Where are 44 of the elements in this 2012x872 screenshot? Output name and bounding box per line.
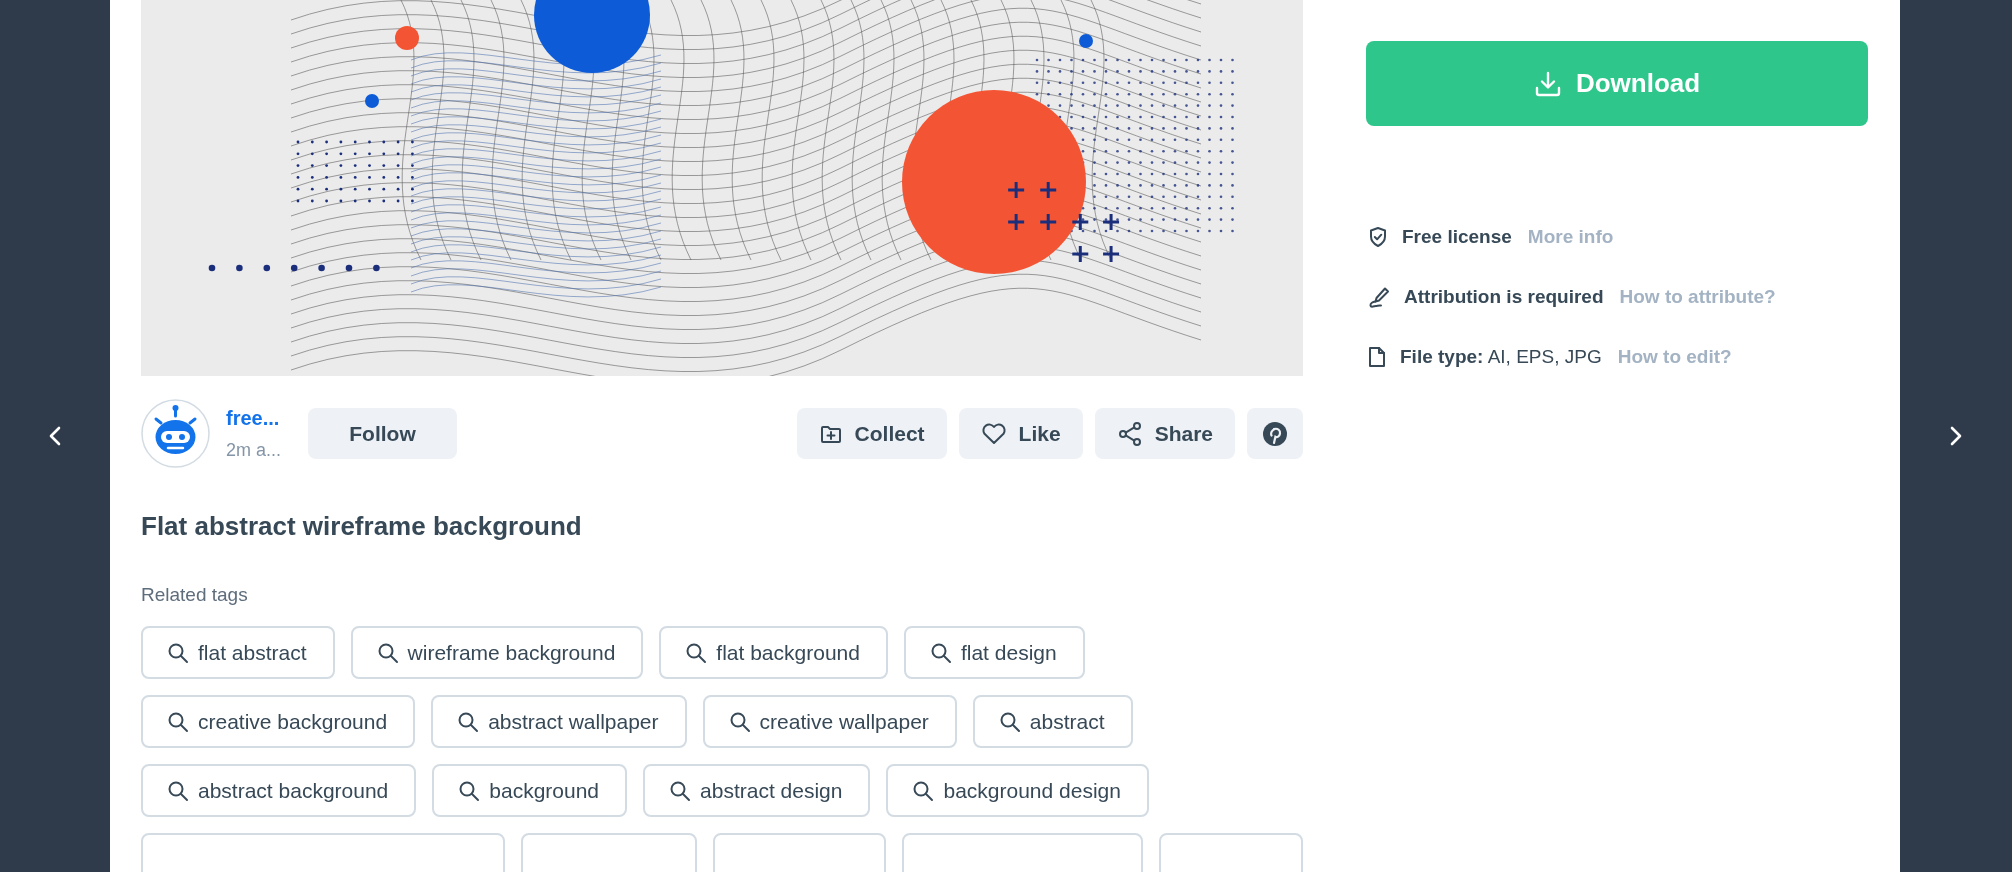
related-tags-heading: Related tags xyxy=(141,584,249,606)
search-icon xyxy=(912,779,935,802)
tag-button[interactable]: abstract background xyxy=(141,764,417,817)
share-icon xyxy=(1116,420,1143,447)
tag-button[interactable]: flat design xyxy=(903,626,1085,679)
file-icon xyxy=(1368,346,1386,368)
pinterest-button[interactable] xyxy=(1247,408,1303,459)
image-title: Flat abstract wireframe background xyxy=(141,511,583,542)
robot-avatar-icon xyxy=(141,399,210,468)
tag-button[interactable]: abstract xyxy=(972,695,1133,748)
search-icon xyxy=(669,779,692,802)
info-text: Attribution is required xyxy=(1404,286,1604,308)
tag-button[interactable]: creative background xyxy=(141,695,416,748)
search-icon xyxy=(376,641,399,664)
shield-check-icon xyxy=(1368,226,1388,248)
tag-button[interactable]: wireframe background xyxy=(350,626,644,679)
tag-button[interactable]: creative wallpaper xyxy=(702,695,957,748)
author-name-link[interactable]: free... xyxy=(226,406,286,430)
info-text: Free license xyxy=(1402,226,1512,248)
collect-button[interactable]: Collect xyxy=(796,408,947,459)
search-icon xyxy=(458,779,481,802)
tag-button[interactable]: background xyxy=(432,764,628,817)
pen-icon xyxy=(1368,286,1390,308)
search-icon xyxy=(728,710,751,733)
search-icon xyxy=(167,710,189,733)
search-icon xyxy=(998,710,1021,733)
like-button[interactable]: Like xyxy=(958,408,1083,459)
tag-button[interactable]: abstract wallpaper xyxy=(431,695,687,748)
info-text: File type: AI, EPS, JPG xyxy=(1400,346,1602,368)
tag-button[interactable]: background design xyxy=(886,764,1149,817)
search-icon xyxy=(167,779,189,802)
tag-button[interactable]: flat abstract xyxy=(141,626,335,679)
search-icon xyxy=(167,641,189,664)
tag-button[interactable]: abstract design xyxy=(643,764,871,817)
search-icon xyxy=(457,710,480,733)
heart-icon xyxy=(980,421,1007,446)
search-icon xyxy=(685,641,708,664)
tag-button[interactable]: flat background xyxy=(659,626,888,679)
search-icon xyxy=(929,641,952,664)
upload-time: 2m a... xyxy=(226,439,283,461)
pinterest-icon xyxy=(1262,420,1288,447)
download-icon xyxy=(1533,69,1562,98)
share-button[interactable]: Share xyxy=(1094,408,1235,459)
follow-button[interactable]: Follow xyxy=(308,408,457,459)
